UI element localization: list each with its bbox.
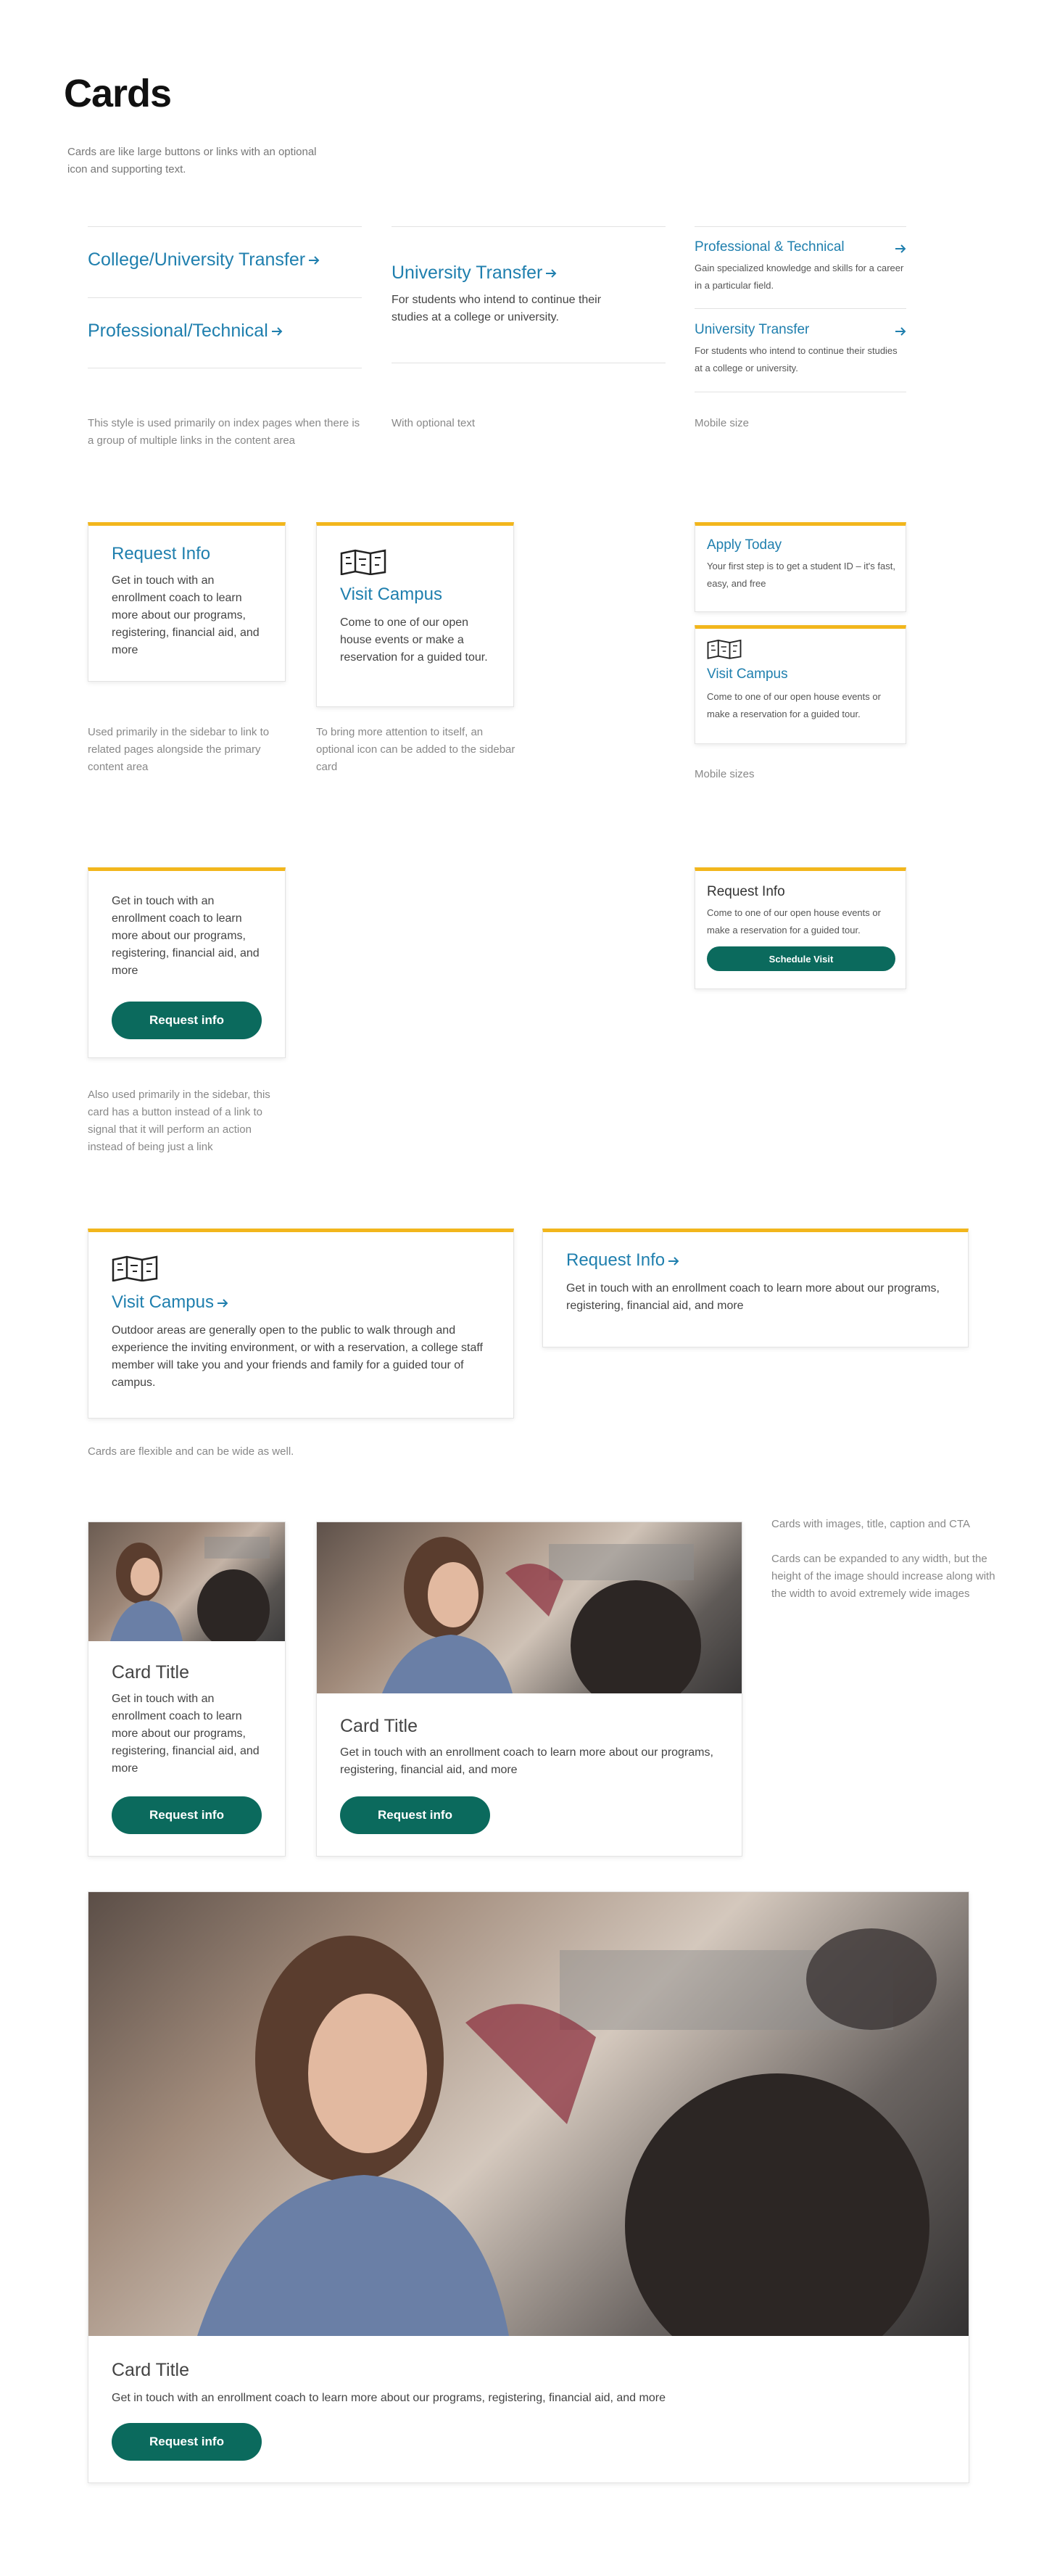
arrow-right-icon: [217, 1297, 228, 1309]
page-title: Cards: [64, 72, 172, 115]
mobile-card-apply[interactable]: Apply Today Your first step is to get a …: [695, 522, 906, 612]
arrow-right-icon: [668, 1255, 679, 1267]
card-text: Get in touch with an enrollment coach to…: [340, 1746, 713, 1776]
request-info-button[interactable]: Request info: [112, 2423, 262, 2461]
wide-cards-note: Cards are flexible and can be wide as we…: [88, 1445, 294, 1458]
link-college-transfer[interactable]: College/University Transfer: [88, 248, 320, 271]
card-title: Request Info: [112, 544, 211, 564]
card-title: Request Info: [566, 1250, 679, 1271]
card-title: Request Info: [707, 884, 785, 899]
request-info-button[interactable]: Request info: [340, 1796, 490, 1834]
divider: [88, 226, 362, 227]
card-title: Visit Campus: [112, 1292, 228, 1313]
schedule-visit-button[interactable]: Schedule Visit: [707, 946, 895, 971]
arrow-right-icon: [271, 326, 283, 337]
image-card-small: Card Title Get in touch with an enrollme…: [88, 1522, 286, 1857]
card-text: Get in touch with an enrollment coach to…: [112, 1693, 260, 1775]
link-university-transfer[interactable]: University Transfer: [392, 261, 557, 284]
arrow-right-icon: [895, 242, 906, 260]
card-title: Card Title: [112, 2360, 189, 2380]
mobile-link-description: Gain specialized knowledge and skills fo…: [695, 263, 904, 291]
wide-card-visit[interactable]: Visit Campus Outdoor areas are generally…: [88, 1229, 514, 1419]
card-text: Get in touch with an enrollment coach to…: [112, 574, 260, 656]
card-title: Card Title: [340, 1716, 418, 1736]
request-info-button[interactable]: Request info: [112, 1796, 262, 1834]
card-title: Visit Campus: [707, 666, 788, 682]
card-text: Come to one of our open house events or …: [340, 616, 488, 664]
card-title: Card Title: [112, 1662, 189, 1683]
divider: [392, 226, 666, 227]
card-text: Get in touch with an enrollment coach to…: [112, 895, 260, 977]
optional-note: With optional text: [392, 417, 476, 429]
divider: [695, 308, 906, 309]
card-text: Come to one of our open house events or …: [707, 907, 881, 936]
button-card: Get in touch with an enrollment coach to…: [88, 867, 286, 1058]
card-text: Come to one of our open house events or …: [707, 691, 881, 719]
mobile-link-professional[interactable]: Professional & Technical: [695, 238, 906, 257]
card-text: Get in touch with an enrollment coach to…: [112, 2392, 666, 2404]
image-card-medium: Card Title Get in touch with an enrollme…: [316, 1522, 742, 1857]
button-card-note: Also used primarily in the sidebar, this…: [88, 1089, 270, 1153]
card-title: Apply Today: [707, 537, 782, 553]
linklist-note: This style is used primarily on index pa…: [88, 417, 360, 447]
arrow-right-icon: [308, 255, 320, 266]
arrow-right-icon: [545, 268, 557, 279]
image-card-large: Card Title Get in touch with an enrollme…: [88, 1891, 969, 2483]
page-description: Cards are like large buttons or links wi…: [67, 146, 317, 176]
mobile-card-visit[interactable]: Visit Campus Come to one of our open hou…: [695, 625, 906, 744]
arrow-right-icon: [895, 324, 906, 343]
map-icon: [707, 639, 742, 663]
map-icon: [340, 549, 386, 579]
map-icon: [112, 1255, 158, 1285]
card-image: [88, 1522, 285, 1641]
card-text: Get in touch with an enrollment coach to…: [566, 1282, 940, 1312]
mobile-note: Mobile size: [695, 417, 750, 429]
card-text: Your first step is to get a student ID –…: [707, 561, 895, 589]
card-image: [317, 1522, 742, 1693]
mobile-link-university[interactable]: University Transfer: [695, 321, 906, 339]
sidebar-card-note: Used primarily in the sidebar to link to…: [88, 726, 270, 773]
sidebar-card-visit[interactable]: Visit Campus Come to one of our open hou…: [316, 522, 514, 707]
request-info-button[interactable]: Request info: [112, 1002, 262, 1039]
link-professional-technical[interactable]: Professional/Technical: [88, 319, 283, 342]
image-cards-note: Cards with images, title, caption and CT…: [771, 1518, 971, 1530]
sidebar-card-icon-note: To bring more attention to itself, an op…: [316, 726, 515, 773]
divider: [88, 297, 362, 298]
card-title: Visit Campus: [340, 585, 442, 604]
image-cards-width-note: Cards can be expanded to any width, but …: [771, 1553, 995, 1600]
divider: [695, 226, 906, 227]
link-description: For students who intend to continue thei…: [392, 294, 602, 323]
sidebar-card-request[interactable]: Request Info Get in touch with an enroll…: [88, 522, 286, 682]
button-card-mobile: Request Info Come to one of our open hou…: [695, 867, 906, 989]
card-text: Outdoor areas are generally open to the …: [112, 1324, 483, 1389]
wide-card-request[interactable]: Request Info Get in touch with an enroll…: [542, 1229, 969, 1347]
mobile-cards-note: Mobile sizes: [695, 768, 755, 780]
mobile-link-description: For students who intend to continue thei…: [695, 345, 898, 373]
card-image: [88, 1892, 969, 2336]
